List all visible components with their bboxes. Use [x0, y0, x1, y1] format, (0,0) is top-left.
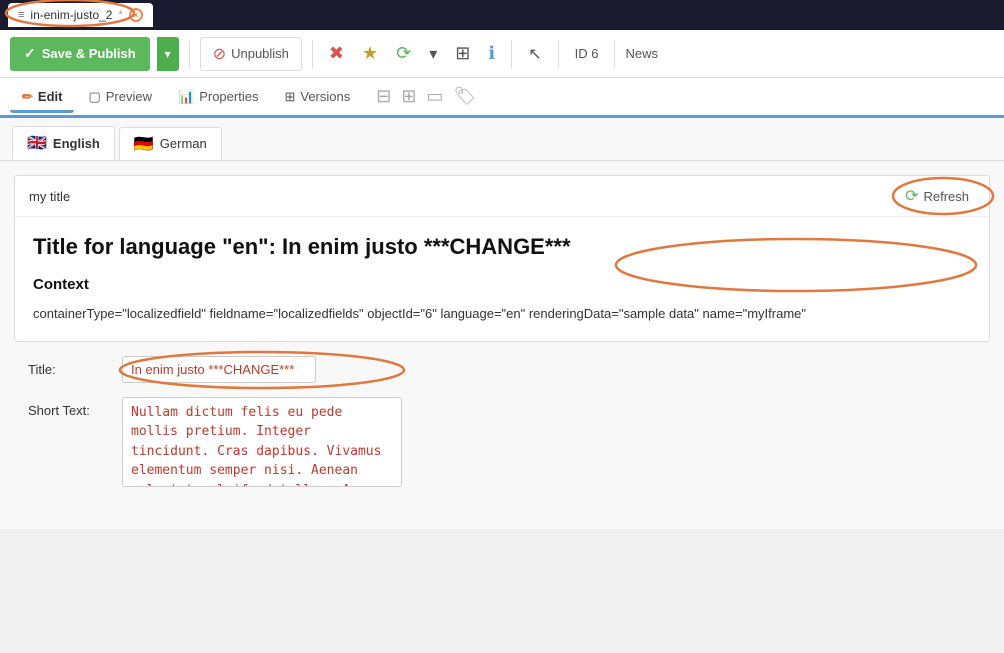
save-publish-dropdown-button[interactable]: ▾ [157, 37, 179, 71]
save-publish-button[interactable]: ✓ Save & Publish [10, 37, 150, 71]
panel-body: Title for language "en": In enim justo *… [15, 217, 989, 341]
sync-icon: ⟳ [396, 43, 411, 64]
main-content: my title ⟳ Refresh Title for language "e… [0, 161, 1004, 529]
object-type: News [625, 46, 658, 61]
properties-icon: 📊 [178, 89, 194, 105]
page-icon[interactable]: ▭ [426, 86, 443, 107]
refresh-icon: ⟳ [905, 186, 918, 206]
form-section: Title: Short Text: Nullam dictum felis e… [14, 342, 990, 515]
german-flag-icon: 🇩🇪 [134, 134, 154, 154]
tab-properties-label: Properties [199, 89, 258, 104]
tab-label: in-enim-justo_2 [30, 8, 112, 22]
title-input-container [122, 356, 316, 383]
toolbar-separator-5 [614, 40, 615, 68]
tab-bar: ≡ in-enim-justo_2 * × [0, 0, 1004, 30]
english-label: English [53, 136, 100, 151]
panel-main-title: Title for language "en": In enim justo *… [33, 233, 971, 262]
dropdown-arrow-icon: ▾ [165, 47, 171, 61]
lang-tab-english[interactable]: 🇬🇧 English [12, 126, 115, 160]
tab-properties[interactable]: 📊 Properties [166, 84, 270, 110]
form-row-shorttext: Short Text: Nullam dictum felis eu pede … [28, 397, 976, 487]
tab-close-button[interactable]: × [129, 8, 143, 22]
panel-title: my title [29, 189, 70, 204]
refresh-label: Refresh [923, 189, 969, 204]
edit-toolbar: ✏ Edit ▢ Preview 📊 Properties ⊞ Versions… [0, 78, 1004, 118]
sync-dropdown-button[interactable]: ▾ [423, 40, 443, 68]
shorttext-field-label: Short Text: [28, 397, 108, 418]
main-title-change: ***CHANGE*** [424, 234, 571, 259]
preview-icon: ▢ [88, 89, 100, 105]
tab-versions-label: Versions [300, 89, 350, 104]
unpublish-button[interactable]: ⊘ Unpublish [200, 37, 302, 71]
delete-button[interactable]: ✖ [323, 39, 350, 68]
cursor-icon: ↖ [528, 44, 541, 64]
tag-icon[interactable]: 🏷 [453, 86, 476, 107]
panel-context-heading: Context [33, 276, 971, 293]
toolbar-separator-3 [511, 40, 512, 68]
info-button[interactable]: ℹ [482, 39, 501, 68]
tab-preview-label: Preview [106, 89, 152, 104]
shorttext-textarea[interactable]: Nullam dictum felis eu pede mollis preti… [122, 397, 402, 487]
english-flag-icon: 🇬🇧 [27, 133, 47, 153]
unpublish-label: Unpublish [231, 46, 289, 61]
save-publish-label: Save & Publish [42, 46, 136, 61]
toolbar-separator-1 [189, 40, 190, 68]
tab-edit-label: Edit [38, 89, 63, 104]
sync-dropdown-icon: ▾ [429, 44, 437, 64]
tab-edit[interactable]: ✏ Edit [10, 84, 74, 113]
apps-button[interactable]: ⊞ [449, 39, 476, 68]
refresh-container: ⟳ Refresh [899, 184, 975, 208]
form-row-title: Title: [28, 356, 976, 383]
main-title-prefix: Title for language "en": In enim justo [33, 234, 424, 259]
cursor-button[interactable]: ↖ [522, 40, 547, 68]
grid-icon[interactable]: ⊟ [376, 86, 391, 107]
content-panel: my title ⟳ Refresh Title for language "e… [14, 175, 990, 342]
refresh-button[interactable]: ⟳ Refresh [899, 184, 975, 208]
tab-unsaved-marker: * [118, 9, 122, 21]
delete-icon: ✖ [329, 43, 344, 64]
tab-versions[interactable]: ⊞ Versions [272, 84, 362, 110]
object-id: ID 6 [569, 46, 605, 61]
no-icon: ⊘ [213, 44, 226, 64]
title-input[interactable] [122, 356, 316, 383]
language-tabs: 🇬🇧 English 🇩🇪 German [0, 118, 1004, 161]
flag-icon: ★ [362, 43, 378, 64]
panel-context-text: containerType="localizedfield" fieldname… [33, 303, 971, 325]
layout-icon[interactable]: ⊞ [401, 86, 416, 107]
main-title-container: Title for language "en": In enim justo *… [33, 233, 971, 276]
tab-grid-icon: ≡ [18, 9, 24, 21]
toolbar-separator-4 [558, 40, 559, 68]
panel-header: my title ⟳ Refresh [15, 176, 989, 217]
toolbar-separator-2 [312, 40, 313, 68]
versions-icon: ⊞ [284, 89, 295, 105]
lang-tab-german[interactable]: 🇩🇪 German [119, 127, 222, 160]
tab-item[interactable]: ≡ in-enim-justo_2 * × [8, 3, 153, 27]
action-toolbar: ✓ Save & Publish ▾ ⊘ Unpublish ✖ ★ ⟳ ▾ ⊞… [0, 30, 1004, 78]
german-label: German [160, 136, 207, 151]
check-icon: ✓ [24, 45, 36, 62]
apps-icon: ⊞ [455, 43, 470, 64]
tab-preview[interactable]: ▢ Preview [76, 84, 164, 110]
flag-button[interactable]: ★ [356, 39, 384, 68]
info-icon: ℹ [488, 43, 495, 64]
edit-pencil-icon: ✏ [22, 89, 33, 105]
sync-button[interactable]: ⟳ [390, 39, 417, 68]
title-field-label: Title: [28, 356, 108, 377]
